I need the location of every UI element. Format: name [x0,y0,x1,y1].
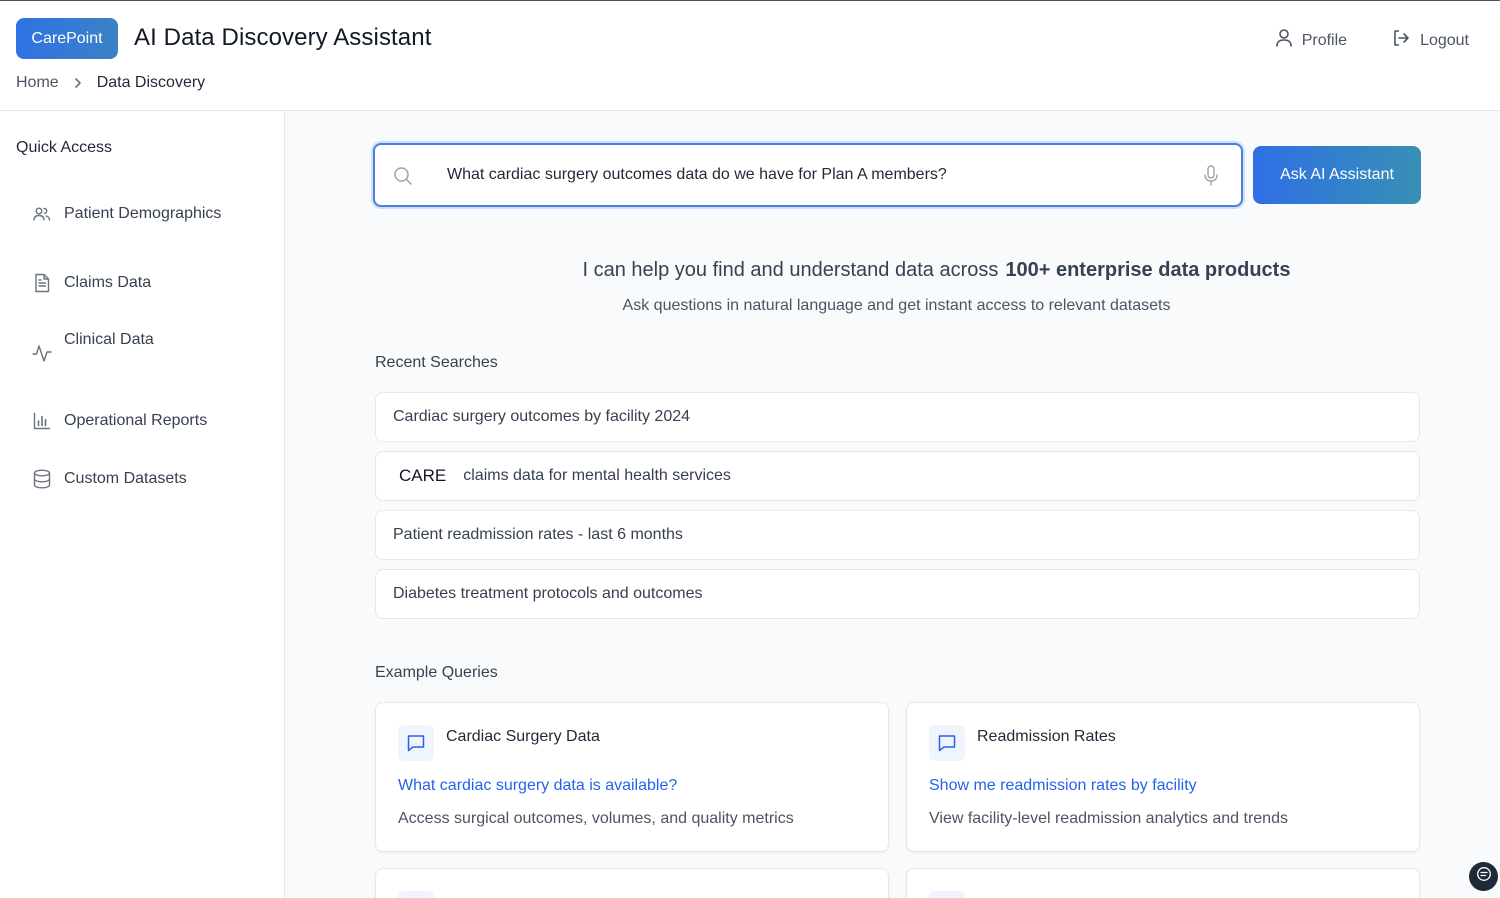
hero-title-prefix: I can help you find and understand data … [582,259,999,281]
sidebar-item-label: Claims Data [64,274,152,291]
header-actions: Profile Logout [1275,28,1469,53]
breadcrumb-home-link[interactable]: Home [16,74,59,92]
sidebar-item-label: Clinical Data [64,331,154,348]
hero-subtitle: Ask questions in natural language and ge… [622,297,1171,314]
search-icon [393,166,413,191]
search-query-text[interactable]: What cardiac surgery outcomes data do we… [447,166,947,184]
example-card-title: Cardiac Surgery Data [446,728,600,745]
document-icon [32,273,52,293]
search-input[interactable]: What cardiac surgery outcomes data do we… [373,143,1243,207]
database-icon [32,469,52,489]
profile-label: Profile [1301,31,1348,49]
recent-search-item[interactable]: Diabetes treatment protocols and outcome… [375,569,1420,619]
logout-button[interactable]: Logout [1391,28,1469,53]
quick-access-sidebar: Quick Access Patient Demographics Claims… [0,111,285,898]
message-icon [398,725,434,761]
chevron-right-icon [73,77,83,89]
user-icon [1275,28,1293,53]
app-title: AI Data Discovery Assistant [134,24,432,51]
hero-title-emphasis: 100+ enterprise data products [1005,259,1291,281]
sidebar-item-patient-demographics[interactable]: Patient Demographics [32,205,221,223]
recent-search-prefix: CARE [399,466,447,485]
sidebar-item-clinical-data[interactable]: Clinical Data [32,331,154,363]
sidebar-item-label: Patient Demographics [64,205,222,222]
recent-search-text: Diabetes treatment protocols and outcome… [393,585,703,602]
hero-title: I can help you find and understand data … [373,259,1500,282]
recent-search-item[interactable]: CARE claims data for mental health servi… [375,451,1420,501]
message-icon [929,891,965,898]
recent-search-text: Cardiac surgery outcomes by facility 202… [393,408,691,425]
example-card-query-link[interactable]: What cardiac surgery data is available? [398,777,677,795]
sidebar-item-label: Custom Datasets [64,470,187,487]
users-icon [32,206,52,222]
chat-bubble-icon [1476,866,1492,887]
app-header: CarePoint AI Data Discovery Assistant Ho… [0,0,1500,111]
recent-search-text: Patient readmission rates - last 6 month… [393,526,683,543]
ask-ai-assistant-button[interactable]: Ask AI Assistant [1253,146,1421,204]
chat-help-button[interactable] [1469,862,1498,891]
sidebar-item-claims-data[interactable]: Claims Data [32,273,151,293]
message-icon [398,891,434,898]
sidebar-heading: Quick Access [16,139,113,156]
breadcrumb-current: Data Discovery [96,74,206,91]
recent-search-text: claims data for mental health services [463,467,731,484]
recent-search-item[interactable]: Patient readmission rates - last 6 month… [375,510,1420,560]
example-query-card-cardiac[interactable]: Cardiac Surgery Data What cardiac surger… [375,702,889,852]
example-query-card-partial[interactable] [906,868,1420,898]
sidebar-item-operational-reports[interactable]: Operational Reports [32,412,207,430]
logout-icon [1391,28,1411,53]
recent-search-item[interactable]: Cardiac surgery outcomes by facility 202… [375,392,1420,442]
logout-label: Logout [1420,31,1469,49]
breadcrumb: Home Data Discovery [16,74,205,92]
example-card-description: View facility-level readmission analytic… [929,810,1288,827]
example-queries-heading: Example Queries [375,664,498,681]
recent-searches-heading: Recent Searches [375,354,498,371]
carepoint-logo[interactable]: CarePoint [16,18,118,59]
bar-chart-icon [32,412,52,430]
message-icon [929,725,965,761]
example-card-description: Access surgical outcomes, volumes, and q… [398,810,794,827]
sidebar-item-label: Operational Reports [64,412,208,429]
microphone-icon[interactable] [1203,165,1219,192]
activity-icon [32,343,52,363]
example-card-title: Readmission Rates [977,728,1116,745]
example-query-card-readmission[interactable]: Readmission Rates Show me readmission ra… [906,702,1420,852]
sidebar-item-custom-datasets[interactable]: Custom Datasets [32,469,187,489]
example-query-card-partial[interactable] [375,868,889,898]
profile-button[interactable]: Profile [1275,28,1347,53]
example-card-query-link[interactable]: Show me readmission rates by facility [929,777,1197,795]
